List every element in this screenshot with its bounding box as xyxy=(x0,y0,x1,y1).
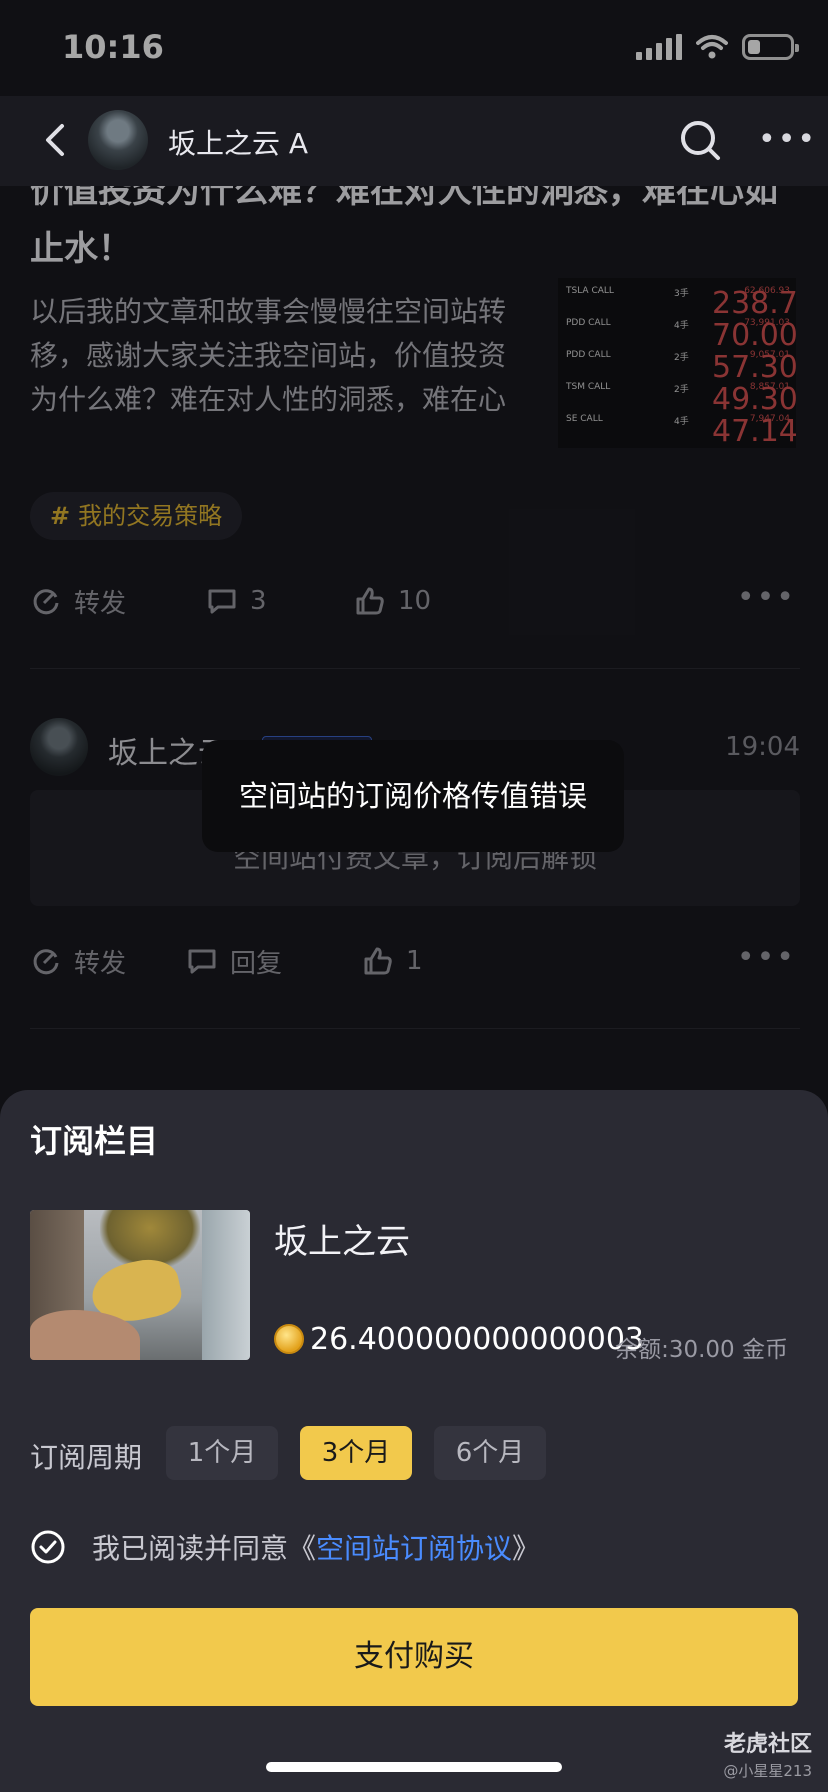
top-nav: 坂上之云 A ••• xyxy=(0,96,828,186)
subscribe-sheet: 订阅栏目 坂上之云 26.400000000000003 余额:30.00 金币… xyxy=(0,1090,828,1792)
watermark: 老虎社区 @小星星213 xyxy=(723,1726,812,1781)
sheet-title: 订阅栏目 xyxy=(30,1122,159,1160)
error-toast: 空间站的订阅价格传值错误 xyxy=(202,740,624,852)
balance: 余额:30.00 金币 xyxy=(615,1337,788,1363)
watermark-logo: 老虎社区 xyxy=(723,1732,812,1757)
price: 26.400000000000003 xyxy=(310,1322,645,1357)
column-name: 坂上之云 xyxy=(274,1222,410,1262)
agreement-text: 我已阅读并同意《 xyxy=(92,1532,317,1565)
home-indicator[interactable] xyxy=(266,1762,562,1772)
author-avatar[interactable] xyxy=(88,110,148,170)
back-icon[interactable] xyxy=(36,120,76,160)
more-icon[interactable]: ••• xyxy=(758,125,817,155)
coin-icon xyxy=(274,1324,304,1354)
checkbox-checked-icon[interactable] xyxy=(30,1529,66,1565)
author-name[interactable]: 坂上之云 A xyxy=(168,122,308,162)
agreement-row: 我已阅读并同意《 空间站订阅协议》 xyxy=(30,1522,540,1572)
agreement-suffix: 》 xyxy=(512,1532,541,1565)
search-icon[interactable] xyxy=(678,118,722,162)
agreement-link[interactable]: 空间站订阅协议 xyxy=(316,1527,512,1567)
pay-button[interactable]: 支付购买 xyxy=(30,1608,798,1706)
period-option-3-month[interactable]: 3个月 xyxy=(300,1426,412,1480)
period-label: 订阅周期 xyxy=(30,1441,143,1474)
period-option-6-month[interactable]: 6个月 xyxy=(434,1426,546,1480)
watermark-user: @小星星213 xyxy=(723,1762,812,1780)
period-option-1-month[interactable]: 1个月 xyxy=(166,1426,278,1480)
column-cover-image xyxy=(30,1210,250,1360)
